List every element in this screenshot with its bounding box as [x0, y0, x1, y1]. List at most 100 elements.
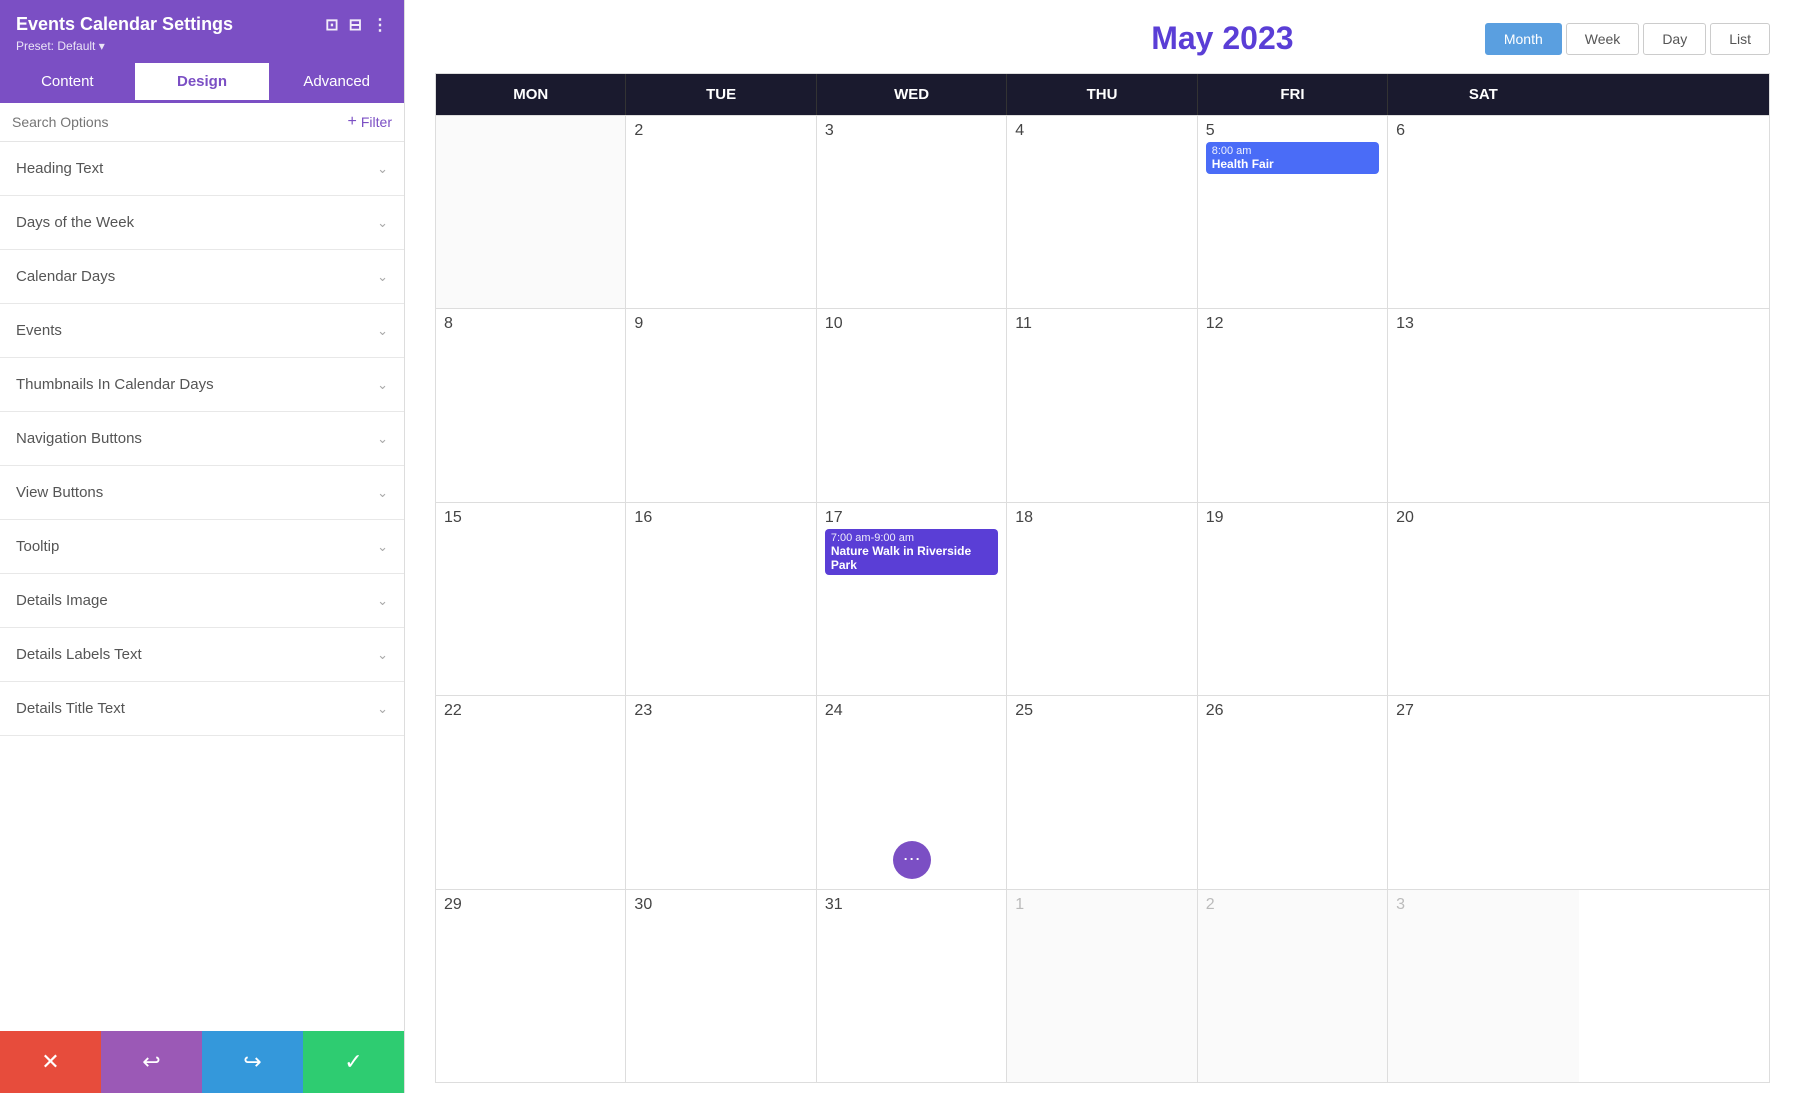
redo-icon: ↪	[243, 1049, 261, 1075]
settings-item-label: Details Title Text	[16, 700, 125, 717]
panel-header: Events Calendar Settings ⊡ ⊟ ⋮ Preset: D…	[0, 0, 404, 63]
event-health-fair[interactable]: 8:00 am Health Fair	[1206, 142, 1379, 174]
settings-item[interactable]: Calendar Days ⌄	[0, 250, 404, 304]
calendar-table: MON TUE WED THU FRI SAT 2 3 4 5 8:00 am …	[435, 73, 1770, 1083]
cal-cell: 5 8:00 am Health Fair	[1198, 116, 1388, 308]
search-bar: + Filter	[0, 103, 404, 142]
settings-item-label: Details Labels Text	[16, 646, 142, 663]
settings-item[interactable]: Tooltip ⌄	[0, 520, 404, 574]
settings-list: Heading Text ⌄ Days of the Week ⌄ Calend…	[0, 142, 404, 1031]
cell-date: 15	[444, 509, 462, 526]
panel-title-icons: ⊡ ⊟ ⋮	[325, 15, 388, 35]
settings-item[interactable]: Days of the Week ⌄	[0, 196, 404, 250]
settings-item[interactable]: Heading Text ⌄	[0, 142, 404, 196]
chevron-down-icon: ⌄	[377, 647, 388, 663]
preset-text[interactable]: Preset: Default	[16, 39, 105, 53]
cell-date: 22	[444, 702, 462, 719]
layout-icon[interactable]: ⊟	[349, 15, 362, 35]
cell-date: 24	[825, 702, 843, 719]
cell-date: 27	[1396, 702, 1414, 719]
cal-cell: 26	[1198, 696, 1388, 888]
view-day-button[interactable]: Day	[1643, 23, 1706, 55]
calendar-row: 29 30 31 1 2 3	[436, 889, 1769, 1082]
chevron-down-icon: ⌄	[377, 269, 388, 285]
settings-item[interactable]: Details Title Text ⌄	[0, 682, 404, 736]
calendar-days-header: MON TUE WED THU FRI SAT	[436, 74, 1769, 115]
bottom-toolbar: ✕ ↩ ↪ ✓	[0, 1031, 404, 1093]
settings-item[interactable]: Details Labels Text ⌄	[0, 628, 404, 682]
settings-item-label: Navigation Buttons	[16, 430, 142, 447]
redo-button[interactable]: ↪	[202, 1031, 303, 1093]
tab-content[interactable]: Content	[0, 63, 135, 103]
cell-date: 26	[1206, 702, 1224, 719]
undo-icon: ↩	[142, 1049, 160, 1075]
cell-date: 19	[1206, 509, 1224, 526]
cell-date: 6	[1396, 122, 1405, 139]
filter-button[interactable]: + Filter	[348, 113, 392, 131]
chevron-down-icon: ⌄	[377, 377, 388, 393]
search-input[interactable]	[12, 114, 348, 130]
cal-cell: 1	[1007, 890, 1197, 1082]
cell-date: 4	[1015, 122, 1024, 139]
cal-cell: 27	[1388, 696, 1578, 888]
settings-item-label: Thumbnails In Calendar Days	[16, 376, 214, 393]
cell-date: 1	[1015, 896, 1024, 913]
calendar-row: 8 9 10 11 12 13	[436, 308, 1769, 501]
cal-cell: 8	[436, 309, 626, 501]
more-dots-button[interactable]: ⋯	[893, 841, 931, 879]
day-header-tue: TUE	[626, 74, 816, 115]
chevron-down-icon: ⌄	[377, 323, 388, 339]
cal-cell: 17 7:00 am-9:00 am Nature Walk in Rivers…	[817, 503, 1007, 695]
tab-design[interactable]: Design	[135, 63, 270, 103]
calendar-title: May 2023	[960, 20, 1485, 57]
calendar-row: 22 23 24 ⋯ 25 26 27	[436, 695, 1769, 888]
event-time: 7:00 am-9:00 am	[831, 532, 992, 544]
tab-advanced[interactable]: Advanced	[269, 63, 404, 103]
calendar-header: May 2023 Month Week Day List	[435, 20, 1770, 57]
undo-button[interactable]: ↩	[101, 1031, 202, 1093]
calendar-body: 2 3 4 5 8:00 am Health Fair 6 8 9 10 11 …	[436, 115, 1769, 1082]
cal-cell: 2	[1198, 890, 1388, 1082]
cal-cell: 24 ⋯	[817, 696, 1007, 888]
settings-item[interactable]: Details Image ⌄	[0, 574, 404, 628]
event-nature-walk[interactable]: 7:00 am-9:00 am Nature Walk in Riverside…	[825, 529, 998, 575]
cal-cell: 13	[1388, 309, 1578, 501]
left-panel: Events Calendar Settings ⊡ ⊟ ⋮ Preset: D…	[0, 0, 405, 1093]
filter-plus-icon: +	[348, 113, 357, 131]
cal-cell: 16	[626, 503, 816, 695]
view-list-button[interactable]: List	[1710, 23, 1770, 55]
cell-date: 9	[634, 315, 643, 332]
cell-date: 17	[825, 509, 843, 526]
cal-cell: 9	[626, 309, 816, 501]
cal-cell: 6	[1388, 116, 1578, 308]
settings-item-label: View Buttons	[16, 484, 103, 501]
more-icon[interactable]: ⋮	[372, 15, 388, 35]
settings-item[interactable]: Thumbnails In Calendar Days ⌄	[0, 358, 404, 412]
cell-date: 20	[1396, 509, 1414, 526]
settings-item-label: Events	[16, 322, 62, 339]
view-month-button[interactable]: Month	[1485, 23, 1562, 55]
cal-cell: 11	[1007, 309, 1197, 501]
cell-date: 2	[1206, 896, 1215, 913]
cancel-button[interactable]: ✕	[0, 1031, 101, 1093]
save-button[interactable]: ✓	[303, 1031, 404, 1093]
chevron-down-icon: ⌄	[377, 539, 388, 555]
chevron-down-icon: ⌄	[377, 485, 388, 501]
cal-cell: 20	[1388, 503, 1578, 695]
settings-item[interactable]: Events ⌄	[0, 304, 404, 358]
settings-item[interactable]: View Buttons ⌄	[0, 466, 404, 520]
view-buttons: Month Week Day List	[1485, 23, 1770, 55]
view-week-button[interactable]: Week	[1566, 23, 1640, 55]
event-name: Nature Walk in Riverside Park	[831, 544, 992, 572]
chevron-down-icon: ⌄	[377, 161, 388, 177]
settings-item[interactable]: Navigation Buttons ⌄	[0, 412, 404, 466]
responsive-icon[interactable]: ⊡	[325, 15, 338, 35]
chevron-down-icon: ⌄	[377, 593, 388, 609]
settings-item-label: Tooltip	[16, 538, 59, 555]
settings-item-label: Calendar Days	[16, 268, 115, 285]
cal-cell: 12	[1198, 309, 1388, 501]
preset-label: Preset: Default	[16, 39, 388, 53]
cal-cell: 19	[1198, 503, 1388, 695]
chevron-down-icon: ⌄	[377, 215, 388, 231]
cell-date: 2	[634, 122, 643, 139]
